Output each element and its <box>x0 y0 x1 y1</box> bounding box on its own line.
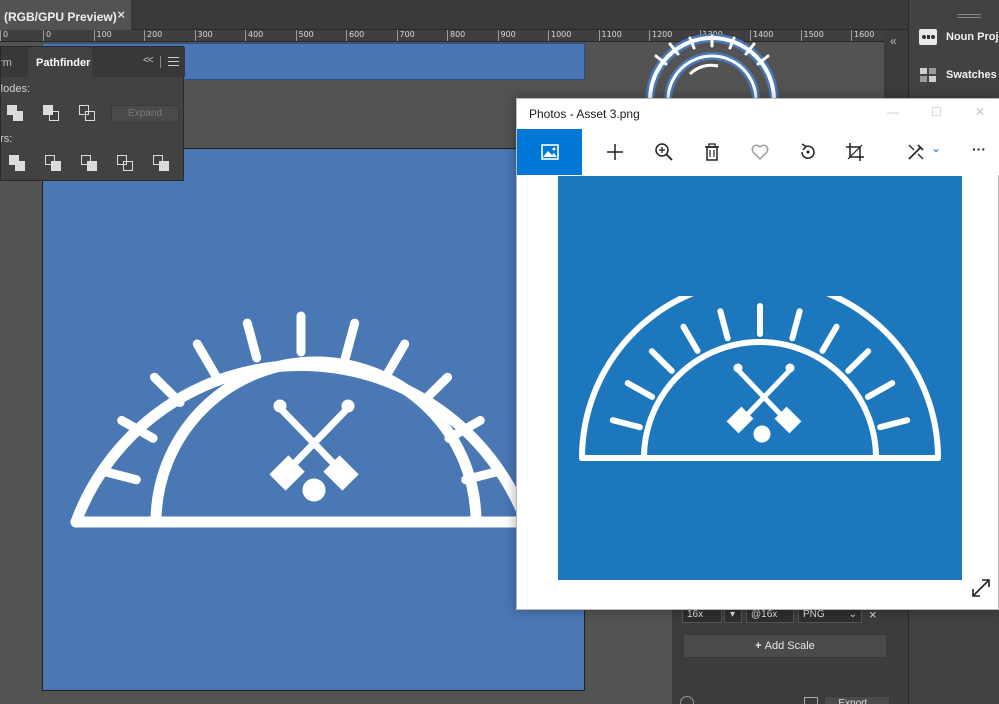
ruler-tick-label: 1600 <box>851 30 874 41</box>
ruler-tick-label: 1100 <box>598 30 622 41</box>
panel-swatches[interactable]: Swatches <box>909 60 999 90</box>
maximize-button[interactable]: ☐ <box>931 105 942 119</box>
emblem-tick <box>96 466 141 485</box>
panel-collapse-button[interactable]: << <box>143 55 154 66</box>
expand-button[interactable]: Expand <box>111 105 179 123</box>
emblem-tick <box>819 323 840 354</box>
ruler-tick-label: 700 <box>396 30 415 41</box>
emblem-tick <box>149 372 185 408</box>
ruler-tick-label: 800 <box>447 30 465 41</box>
minimize-button[interactable]: — <box>887 105 899 119</box>
emblem-tick <box>382 339 410 380</box>
ruler-tick-label: 500 <box>295 30 314 41</box>
emblem-tick <box>242 318 262 363</box>
folder-icon[interactable] <box>804 697 818 704</box>
add-scale-label: Add Scale <box>764 640 815 652</box>
emblem-tick <box>789 308 803 342</box>
pathfinder-panel: orm Pathfinder << Modes: Expand ers: <box>0 46 185 181</box>
shape-modes-label: Modes: <box>1 83 31 95</box>
panel-menu-icon[interactable] <box>168 57 179 66</box>
dock-grip[interactable] <box>957 14 981 18</box>
dock-collapse-button[interactable]: « <box>890 34 897 48</box>
selected-emblem-outline[interactable] <box>638 34 786 98</box>
emblem-tick <box>624 380 656 400</box>
chevron-down-icon[interactable]: ⌄ <box>931 141 941 155</box>
emblem-tick <box>417 372 453 408</box>
crop-icon[interactable] <box>845 142 865 162</box>
ruler-tick-label: 900 <box>497 30 516 41</box>
emblem-tick <box>648 348 675 374</box>
panel-separator <box>160 56 161 68</box>
ruler-tick-label: 0 <box>0 30 8 41</box>
format-value: PNG <box>803 609 825 620</box>
export-button[interactable]: Export... <box>824 696 890 704</box>
emblem-tick <box>845 348 872 374</box>
panel-noun-project[interactable]: Noun Project <box>909 22 999 52</box>
ruler-tick-label: 400 <box>245 30 263 41</box>
info-icon[interactable] <box>680 696 694 704</box>
document-tab[interactable]: (RGB/GPU Preview) × <box>0 0 131 30</box>
panel-swatches-label: Swatches <box>946 69 997 81</box>
outline-button[interactable] <box>151 153 173 175</box>
delete-icon[interactable] <box>702 142 722 162</box>
intersect-button[interactable] <box>77 103 99 125</box>
emblem-tick <box>680 323 701 354</box>
merge-button[interactable] <box>79 153 101 175</box>
document-tab-title: (RGB/GPU Preview) <box>4 10 117 24</box>
noun-project-icon <box>919 29 937 45</box>
swatches-icon <box>920 68 936 82</box>
zoom-icon[interactable] <box>654 142 674 162</box>
chevron-down-icon: ⌄ <box>848 609 857 620</box>
photos-window: Photos - Asset 3.png — ☐ ✕ ⌄ ··· <box>516 98 999 610</box>
plus-icon: + <box>755 640 765 652</box>
see-all-photos-button[interactable] <box>517 129 582 175</box>
ruler-tick-label: 200 <box>144 30 162 41</box>
emblem-tick <box>717 308 731 342</box>
crop-shape-button[interactable] <box>115 153 137 175</box>
ruler-tick-label: 100 <box>93 30 112 41</box>
emblem-tick <box>192 339 220 380</box>
photos-title-bar[interactable]: Photos - Asset 3.png <box>517 99 999 129</box>
photos-toolbar: ⌄ ··· <box>517 129 999 175</box>
emblem-tick <box>864 380 896 400</box>
fullscreen-icon[interactable] <box>970 577 992 599</box>
displayed-image[interactable] <box>558 176 962 580</box>
roulette-emblem-preview <box>579 296 941 461</box>
emblem-tick <box>340 318 360 363</box>
photos-window-title: Photos - Asset 3.png <box>529 107 640 121</box>
pathfinders-label: ers: <box>1 133 13 145</box>
edit-icon[interactable] <box>906 142 926 162</box>
ruler-tick-label: 1000 <box>548 30 571 41</box>
ruler-tick-label: 300 <box>194 30 213 41</box>
add-icon[interactable] <box>605 142 625 162</box>
add-scale-button[interactable]: + Add Scale <box>683 634 887 658</box>
asset-export-panel: 16x ▾ @16x PNG ⌄ × + Add Scale Export... <box>672 600 908 704</box>
tab-pathfinder[interactable]: Pathfinder <box>28 47 92 77</box>
more-icon[interactable]: ··· <box>972 141 986 157</box>
ruler-tick-label: 600 <box>346 30 364 41</box>
tab-transform[interactable]: orm <box>1 47 27 77</box>
emblem-tick <box>877 417 911 431</box>
pathfinder-panel-tabs: orm Pathfinder << <box>1 47 185 77</box>
roulette-emblem-artwork[interactable] <box>66 270 536 530</box>
emblem-tick <box>609 417 643 431</box>
document-tab-bar: (RGB/GPU Preview) × <box>0 0 908 30</box>
divide-button[interactable] <box>7 153 29 175</box>
close-button[interactable]: ✕ <box>975 105 985 119</box>
unite-button[interactable] <box>5 103 27 125</box>
panel-noun-project-label: Noun Project <box>946 31 999 43</box>
document-tab-close-button[interactable]: × <box>117 7 125 22</box>
minus-front-button[interactable] <box>41 103 63 125</box>
image-icon <box>541 144 559 160</box>
favorite-icon[interactable] <box>750 142 770 162</box>
rotate-icon[interactable] <box>798 142 818 162</box>
ruler-tick-label: 0 <box>43 30 51 41</box>
ruler-tick-label: 1500 <box>800 30 824 41</box>
trim-button[interactable] <box>43 153 65 175</box>
